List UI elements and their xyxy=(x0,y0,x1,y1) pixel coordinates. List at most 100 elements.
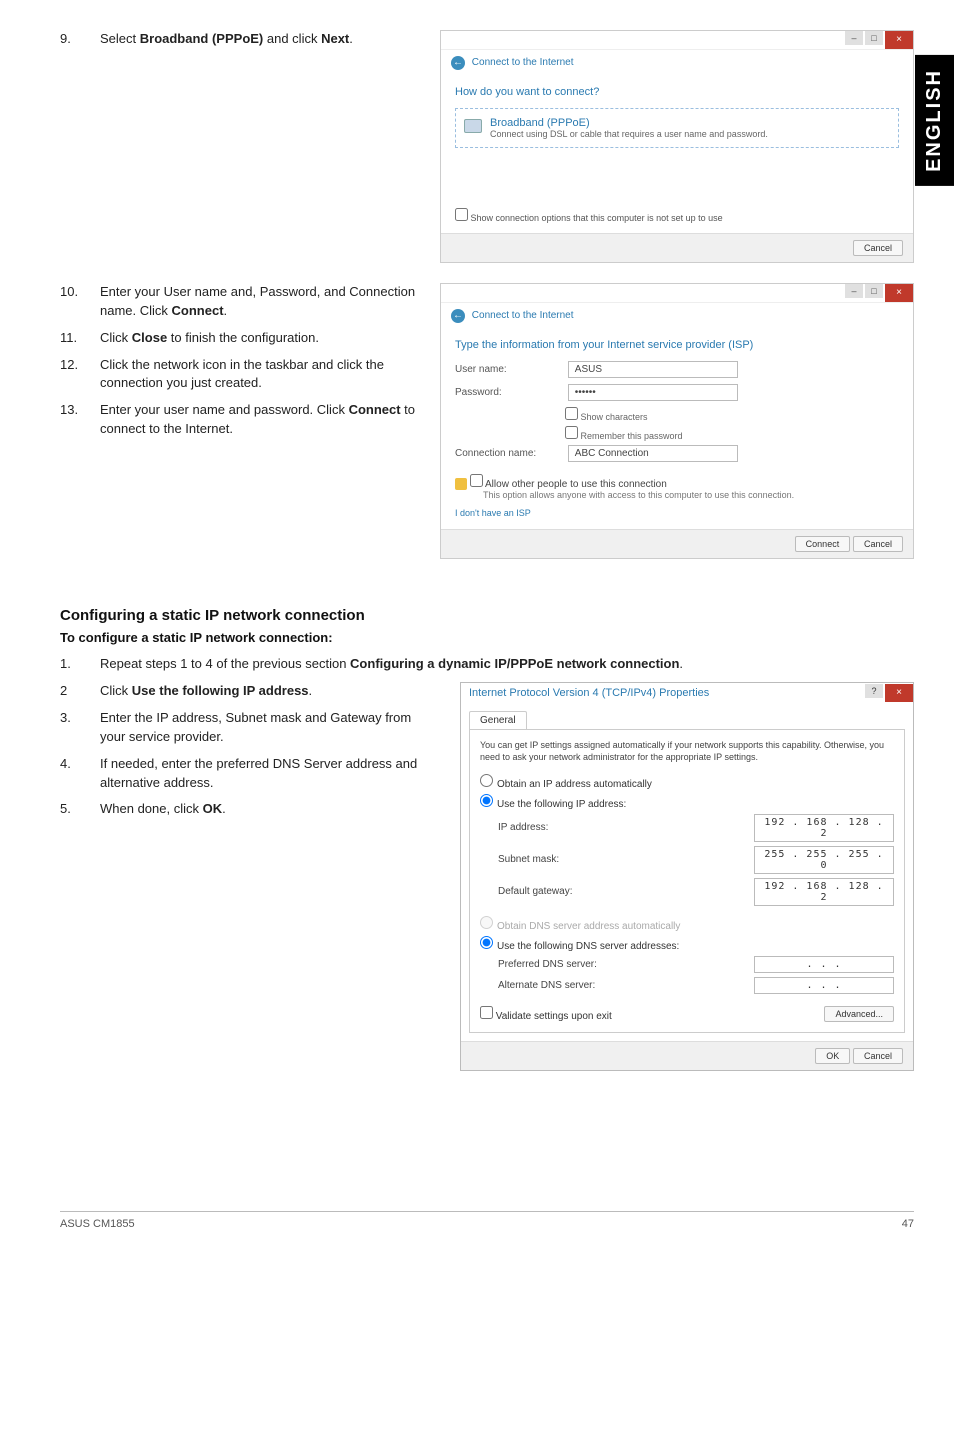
cfg-step-5: 5. When done, click OK. xyxy=(60,800,440,819)
step-9: 9. Select Broadband (PPPoE) and click Ne… xyxy=(60,30,420,49)
dialog-isp-info: –□× ← Connect to the Internet Type the i… xyxy=(440,283,914,559)
cancel-button[interactable]: Cancel xyxy=(853,536,903,552)
step-10-text: Enter your User name and, Password, and … xyxy=(100,284,415,318)
close-icon[interactable]: × xyxy=(885,684,913,702)
no-isp-link[interactable]: I don't have an ISP xyxy=(455,508,531,518)
step-9-post: . xyxy=(349,31,353,46)
dialog-breadcrumb: Connect to the Internet xyxy=(472,57,574,68)
preferred-dns-input[interactable]: . . . xyxy=(754,956,894,973)
gateway-label: Default gateway: xyxy=(498,886,573,897)
radio-obtain-auto[interactable] xyxy=(480,774,493,787)
cfg-step-2-post: . xyxy=(309,683,313,698)
cfg-step-5-num: 5. xyxy=(60,800,100,819)
username-label: User name: xyxy=(455,364,565,375)
section-title-static-ip: Configuring a static IP network connecti… xyxy=(60,607,914,624)
radio-dns-use[interactable] xyxy=(480,936,493,949)
step-10-post: . xyxy=(224,303,228,318)
cfg-step-1-pre: Repeat steps 1 to 4 of the previous sect… xyxy=(100,656,350,671)
ok-button[interactable]: OK xyxy=(815,1048,850,1064)
step-9-num: 9. xyxy=(60,30,100,49)
show-chars-checkbox[interactable] xyxy=(565,407,578,420)
cfg-step-1-bold: Configuring a dynamic IP/PPPoE network c… xyxy=(350,656,679,671)
step-11-bold: Close xyxy=(132,330,167,345)
cfg-step-2-num: 2 xyxy=(60,682,100,701)
password-input[interactable]: •••••• xyxy=(568,384,738,401)
tab-general[interactable]: General xyxy=(469,711,527,729)
ip-address-label: IP address: xyxy=(498,822,548,833)
radio-dns-use-label: Use the following DNS server addresses: xyxy=(497,941,679,952)
validate-checkbox[interactable] xyxy=(480,1006,493,1019)
radio-dns-auto-label: Obtain DNS server address automatically xyxy=(497,921,680,932)
footer-product: ASUS CM1855 xyxy=(60,1218,135,1230)
show-chars-label: Show characters xyxy=(581,412,648,422)
cfg-step-2-bold: Use the following IP address xyxy=(132,683,309,698)
footer-page-number: 47 xyxy=(902,1218,914,1230)
close-icon[interactable]: × xyxy=(885,31,913,49)
cfg-step-1-num: 1. xyxy=(60,655,100,674)
section-subhead: To configure a static IP network connect… xyxy=(60,630,914,645)
show-options-checkbox[interactable] xyxy=(455,208,468,221)
cfg-step-4-num: 4. xyxy=(60,755,100,793)
step-9-mid: and click xyxy=(263,31,321,46)
minimize-btn[interactable]: – xyxy=(845,31,863,45)
radio-use-following[interactable] xyxy=(480,794,493,807)
subnet-mask-input[interactable]: 255 . 255 . 255 . 0 xyxy=(754,846,894,874)
dialog-connect-how: –□× ← Connect to the Internet How do you… xyxy=(440,30,914,263)
gateway-input[interactable]: 192 . 168 . 128 . 2 xyxy=(754,878,894,906)
radio-use-following-label: Use the following IP address: xyxy=(497,799,626,810)
cfg-step-2-pre: Click xyxy=(100,683,132,698)
ipv4-title: Internet Protocol Version 4 (TCP/IPv4) P… xyxy=(461,683,717,703)
step-12: 12. Click the network icon in the taskba… xyxy=(60,356,420,394)
connection-name-input[interactable]: ABC Connection xyxy=(568,445,738,462)
cfg-step-5-bold: OK xyxy=(203,801,223,816)
help-icon[interactable]: ? xyxy=(865,684,883,698)
cfg-step-5-pre: When done, click xyxy=(100,801,203,816)
isp-heading: Type the information from your Internet … xyxy=(455,339,899,351)
connect-question: How do you want to connect? xyxy=(455,86,899,98)
back-button[interactable]: ← xyxy=(451,309,465,323)
cfg-step-2: 2 Click Use the following IP address. xyxy=(60,682,440,701)
advanced-button[interactable]: Advanced... xyxy=(824,1006,894,1022)
allow-others-checkbox[interactable] xyxy=(470,474,483,487)
step-12-num: 12. xyxy=(60,356,100,394)
cancel-button[interactable]: Cancel xyxy=(853,1048,903,1064)
connect-button[interactable]: Connect xyxy=(795,536,851,552)
step-9-bold1: Broadband (PPPoE) xyxy=(140,31,264,46)
step-9-bold2: Next xyxy=(321,31,349,46)
cancel-button[interactable]: Cancel xyxy=(853,240,903,256)
step-13-bold: Connect xyxy=(349,402,401,417)
step-11-pre: Click xyxy=(100,330,132,345)
username-input[interactable]: ASUS xyxy=(568,361,738,378)
step-12-text: Click the network icon in the taskbar an… xyxy=(100,357,384,391)
step-10: 10. Enter your User name and, Password, … xyxy=(60,283,420,321)
alternate-dns-label: Alternate DNS server: xyxy=(498,980,595,991)
maximize-btn[interactable]: □ xyxy=(865,284,883,298)
step-9-pre: Select xyxy=(100,31,140,46)
option-broadband-pppoe[interactable]: Broadband (PPPoE) Connect using DSL or c… xyxy=(455,108,899,148)
remember-pwd-label: Remember this password xyxy=(581,431,683,441)
step-13-pre: Enter your user name and password. Click xyxy=(100,402,349,417)
validate-label: Validate settings upon exit xyxy=(496,1011,612,1022)
ip-address-input[interactable]: 192 . 168 . 128 . 2 xyxy=(754,814,894,842)
cfg-step-3-num: 3. xyxy=(60,709,100,747)
show-options-label: Show connection options that this comput… xyxy=(471,213,723,223)
step-13: 13. Enter your user name and password. C… xyxy=(60,401,420,439)
minimize-btn[interactable]: – xyxy=(845,284,863,298)
step-11: 11. Click Close to finish the configurat… xyxy=(60,329,420,348)
dialog-breadcrumb: Connect to the Internet xyxy=(472,310,574,321)
maximize-btn[interactable]: □ xyxy=(865,31,883,45)
alternate-dns-input[interactable]: . . . xyxy=(754,977,894,994)
dialog-ipv4-properties: Internet Protocol Version 4 (TCP/IPv4) P… xyxy=(460,682,914,1070)
close-icon[interactable]: × xyxy=(885,284,913,302)
step-10-num: 10. xyxy=(60,283,100,321)
step-13-num: 13. xyxy=(60,401,100,439)
remember-pwd-checkbox[interactable] xyxy=(565,426,578,439)
back-button[interactable]: ← xyxy=(451,56,465,70)
step-11-num: 11. xyxy=(60,329,100,348)
step-11-post: to finish the configuration. xyxy=(167,330,319,345)
cfg-step-1: 1. Repeat steps 1 to 4 of the previous s… xyxy=(60,655,914,674)
subnet-mask-label: Subnet mask: xyxy=(498,854,559,865)
cfg-step-4: 4. If needed, enter the preferred DNS Se… xyxy=(60,755,440,793)
shield-icon xyxy=(455,478,467,490)
radio-dns-auto xyxy=(480,916,493,929)
